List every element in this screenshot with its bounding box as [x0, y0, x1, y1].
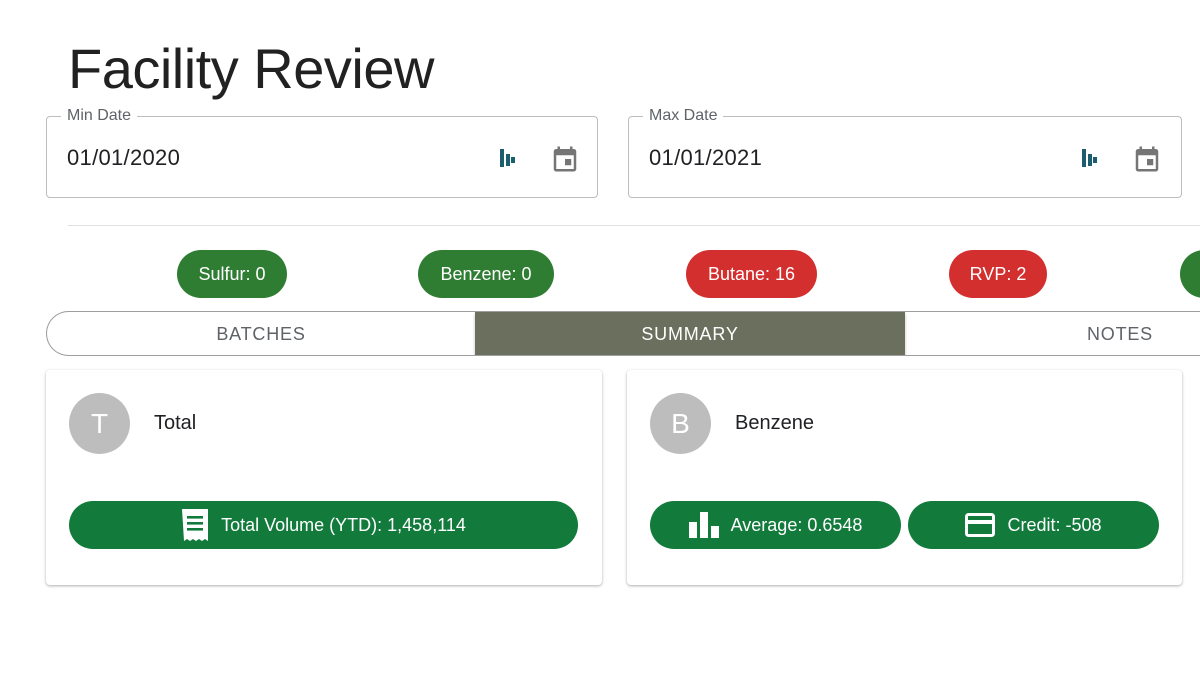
calendar-icon[interactable] [550, 143, 580, 175]
average-pill[interactable]: Average: 0.6548 [650, 501, 901, 549]
calendar-icon[interactable] [1132, 143, 1162, 175]
min-date-label: Min Date [61, 107, 138, 125]
max-date-label: Max Date [643, 107, 724, 125]
average-text: Average: 0.6548 [730, 515, 863, 535]
section-divider [68, 225, 1200, 226]
total-volume-pill[interactable]: Total Volume (YTD): 1,458,114 [69, 501, 578, 549]
avatar: T [69, 393, 130, 454]
chip-benzene[interactable]: Benzene: 0 [418, 250, 554, 298]
max-date-value[interactable]: 01/01/2021 [649, 145, 762, 171]
page-title: Facility Review [68, 37, 434, 100]
facility-review-page: Facility Review Min Date 01/01/2020 Max … [0, 0, 1200, 675]
chip-sulfur[interactable]: Sulfur: 0 [177, 250, 287, 298]
tab-batches[interactable]: BATCHES [47, 312, 475, 355]
receipt-icon [182, 509, 209, 541]
credit-text: Credit: -508 [1007, 515, 1102, 535]
extension-icon [1082, 149, 1097, 167]
benzene-card: B Benzene Average: 0.6548 Credit: -508 [627, 370, 1182, 585]
view-tabs: BATCHES SUMMARY NOTES [46, 311, 1200, 356]
chip-rvp[interactable]: RVP: 2 [949, 250, 1047, 298]
extension-icon [500, 149, 515, 167]
min-date-value[interactable]: 01/01/2020 [67, 145, 180, 171]
min-date-field[interactable]: Min Date 01/01/2020 [46, 107, 598, 198]
card-title-total: Total [154, 412, 197, 434]
credit-pill[interactable]: Credit: -508 [908, 501, 1159, 549]
total-card: T Total Total Volume (YTD): 1,458,114 [46, 370, 602, 585]
card-title-benzene: Benzene [735, 412, 814, 434]
credit-card-icon [965, 513, 996, 537]
bar-chart-icon [688, 512, 719, 538]
tab-notes[interactable]: NOTES [905, 312, 1200, 355]
avatar: B [650, 393, 711, 454]
total-volume-text: Total Volume (YTD): 1,458,114 [221, 515, 466, 535]
tab-summary[interactable]: SUMMARY [475, 312, 905, 355]
chip-overflow[interactable] [1180, 250, 1200, 298]
chip-butane[interactable]: Butane: 16 [686, 250, 817, 298]
max-date-field[interactable]: Max Date 01/01/2021 [628, 107, 1182, 198]
